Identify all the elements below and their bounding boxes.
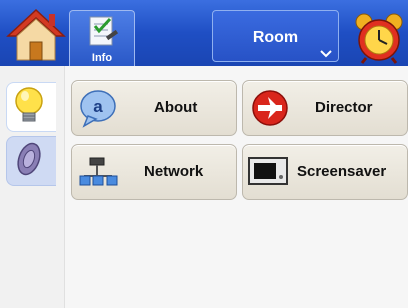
info-checklist-icon	[89, 16, 119, 46]
screensaver-label: Screensaver	[297, 163, 387, 180]
sidebar	[0, 66, 64, 308]
director-button[interactable]: Director	[242, 80, 408, 136]
about-button[interactable]: a About	[71, 80, 237, 136]
alarm-button[interactable]	[352, 12, 406, 64]
about-icon: a	[80, 90, 116, 128]
speaker-icon	[17, 142, 41, 176]
director-icon	[252, 90, 288, 126]
lightbulb-icon	[15, 87, 43, 122]
top-bar: Info Room	[0, 0, 408, 66]
director-label: Director	[315, 99, 373, 116]
sidebar-item-lighting[interactable]	[6, 82, 56, 132]
network-label: Network	[144, 163, 204, 180]
room-select[interactable]: Room	[212, 10, 339, 62]
settings-panel: a About Director Network Screensaver	[64, 66, 408, 308]
screensaver-button[interactable]: Screensaver	[242, 144, 408, 200]
alarm-clock-icon	[355, 13, 403, 64]
screensaver-icon	[248, 157, 288, 185]
room-label: Room	[252, 29, 299, 46]
network-button[interactable]: Network	[71, 144, 237, 200]
home-icon	[6, 8, 66, 61]
info-label: Info	[91, 52, 113, 64]
svg-text:a: a	[93, 97, 103, 116]
info-button[interactable]: Info	[69, 10, 135, 66]
chevron-down-icon	[320, 50, 332, 58]
home-button[interactable]	[4, 6, 68, 64]
network-icon	[79, 157, 118, 186]
sidebar-item-audio[interactable]	[6, 136, 56, 186]
about-label: About	[154, 99, 198, 116]
